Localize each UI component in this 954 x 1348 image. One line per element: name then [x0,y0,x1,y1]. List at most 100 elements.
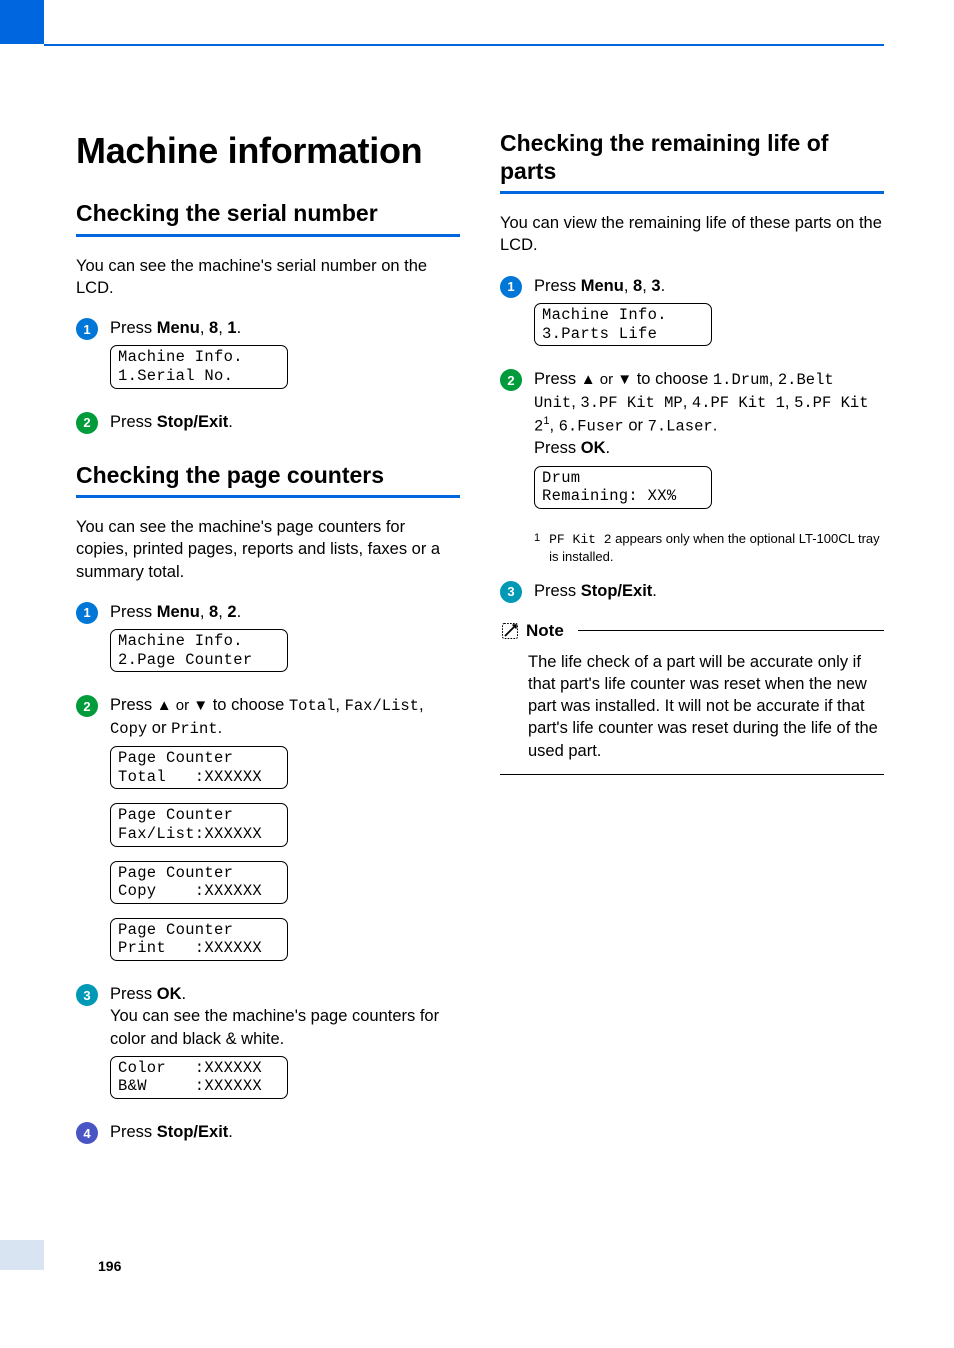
menu-key: Menu [157,603,200,621]
counters-step-4: 4 Press Stop/Exit. [76,1121,460,1144]
text: , [200,319,209,337]
lcd-color-bw: Color :XXXXXX B&W :XXXXXX [110,1056,288,1099]
opt-fuser: 6.Fuser [559,418,624,436]
text: , [785,393,794,411]
text: or [624,417,648,435]
opt-drum: 1.Drum [713,371,769,389]
text: Press [110,413,157,431]
text: Press [110,1123,157,1141]
ok-key: OK [581,439,606,457]
text: , [683,393,692,411]
parts-step-2: 2 Press ▲ or ▼ to choose 1.Drum, 2.Belt … [500,368,884,523]
key-3: 3 [651,277,660,295]
text: , [769,370,778,388]
text: , [200,603,209,621]
counters-step-3: 3 Press OK. You can see the machine's pa… [76,983,460,1113]
note-icon [500,621,520,641]
opt-faxlist: Fax/List [345,697,419,715]
opt-total: Total [289,697,336,715]
note-footer-rule [500,774,884,775]
parts-step-1-text: Press Menu, 8, 3. Machine Info. 3.Parts … [534,275,884,360]
text: , [571,393,580,411]
section-parts-intro: You can view the remaining life of these… [500,212,884,257]
parts-step-3-text: Press Stop/Exit. [534,580,884,602]
section-serial-title: Checking the serial number [76,200,460,237]
step-bullet-1: 1 [76,602,98,624]
counters-step-1: 1 Press Menu, 8, 2. Machine Info. 2.Page… [76,601,460,686]
note-block: Note The life check of a part will be ac… [500,621,884,775]
opt-pf1: 4.PF Kit 1 [692,394,785,412]
counters-step-3-text: Press OK. You can see the machine's page… [110,983,460,1113]
footnote-text: PF Kit 2 appears only when the optional … [549,531,884,566]
note-label: Note [526,621,564,641]
header-rule [44,44,884,46]
text: Press [110,319,157,337]
opt-laser: 7.Laser [648,418,713,436]
counters-step-2: 2 Press ▲ or ▼ to choose Total, Fax/List… [76,694,460,975]
text: . [237,319,242,337]
opt-print: Print [171,720,218,738]
parts-step-2-text: Press ▲ or ▼ to choose 1.Drum, 2.Belt Un… [534,368,884,523]
footnote-1: 1 PF Kit 2 appears only when the optiona… [534,531,884,566]
step-bullet-3: 3 [76,984,98,1006]
text: to choose [208,696,289,714]
text: Press [110,696,157,714]
ok-key: OK [157,985,182,1003]
footer-accent [0,1240,44,1270]
parts-step-1: 1 Press Menu, 8, 3. Machine Info. 3.Part… [500,275,884,360]
text: , [549,417,558,435]
note-header-rule [578,630,884,631]
step-bullet-2: 2 [76,695,98,717]
menu-key: Menu [581,277,624,295]
counters-step-2-text: Press ▲ or ▼ to choose Total, Fax/List, … [110,694,460,975]
page-number: 196 [98,1258,121,1274]
text: . [713,417,718,435]
arrow-keys: ▲ or ▼ [581,371,632,388]
lcd-total: Page Counter Total :XXXXXX [110,746,288,789]
section-parts-title: Checking the remaining life of parts [500,130,884,194]
step-bullet-1: 1 [500,276,522,298]
right-column: Checking the remaining life of parts You… [500,130,884,1152]
lcd-copy: Page Counter Copy :XXXXXX [110,861,288,904]
text: Press [110,603,157,621]
stop-exit-key: Stop/Exit [157,413,229,431]
text: . [652,582,657,600]
step-bullet-1: 1 [76,318,98,340]
step-bullet-2: 2 [76,412,98,434]
section-serial-intro: You can see the machine's serial number … [76,255,460,300]
page-title: Machine information [76,130,460,172]
left-column: Machine information Checking the serial … [76,130,460,1152]
lcd-page-counter-menu: Machine Info. 2.Page Counter [110,629,288,672]
footnote-mono: PF Kit 2 [549,532,611,547]
text: . [606,439,611,457]
text: . [228,1123,233,1141]
step-bullet-4: 4 [76,1122,98,1144]
counters-step-4-text: Press Stop/Exit. [110,1121,460,1143]
text: or [147,719,171,737]
serial-step-1: 1 Press Menu, 8, 1. Machine Info. 1.Seri… [76,317,460,402]
text: , [419,696,424,714]
text: Press [534,582,581,600]
text: You can see the machine's page counters … [110,1007,439,1047]
serial-step-2: 2 Press Stop/Exit. [76,411,460,434]
key-1: 1 [227,319,236,337]
text: , [624,277,633,295]
section-counters-title: Checking the page counters [76,462,460,499]
serial-step-1-text: Press Menu, 8, 1. Machine Info. 1.Serial… [110,317,460,402]
opt-copy: Copy [110,720,147,738]
serial-step-2-text: Press Stop/Exit. [110,411,460,433]
text: , [335,696,344,714]
note-header: Note [500,621,884,641]
lcd-drum: Drum Remaining: XX% [534,466,712,509]
text: . [218,719,223,737]
footnote-num: 1 [534,531,549,566]
text: . [228,413,233,431]
text: . [237,603,242,621]
stop-exit-key: Stop/Exit [581,582,653,600]
lcd-serial: Machine Info. 1.Serial No. [110,345,288,388]
step-bullet-3: 3 [500,581,522,603]
lcd-print: Page Counter Print :XXXXXX [110,918,288,961]
key-2: 2 [227,603,236,621]
text: Press [534,370,581,388]
text: , [218,603,227,621]
